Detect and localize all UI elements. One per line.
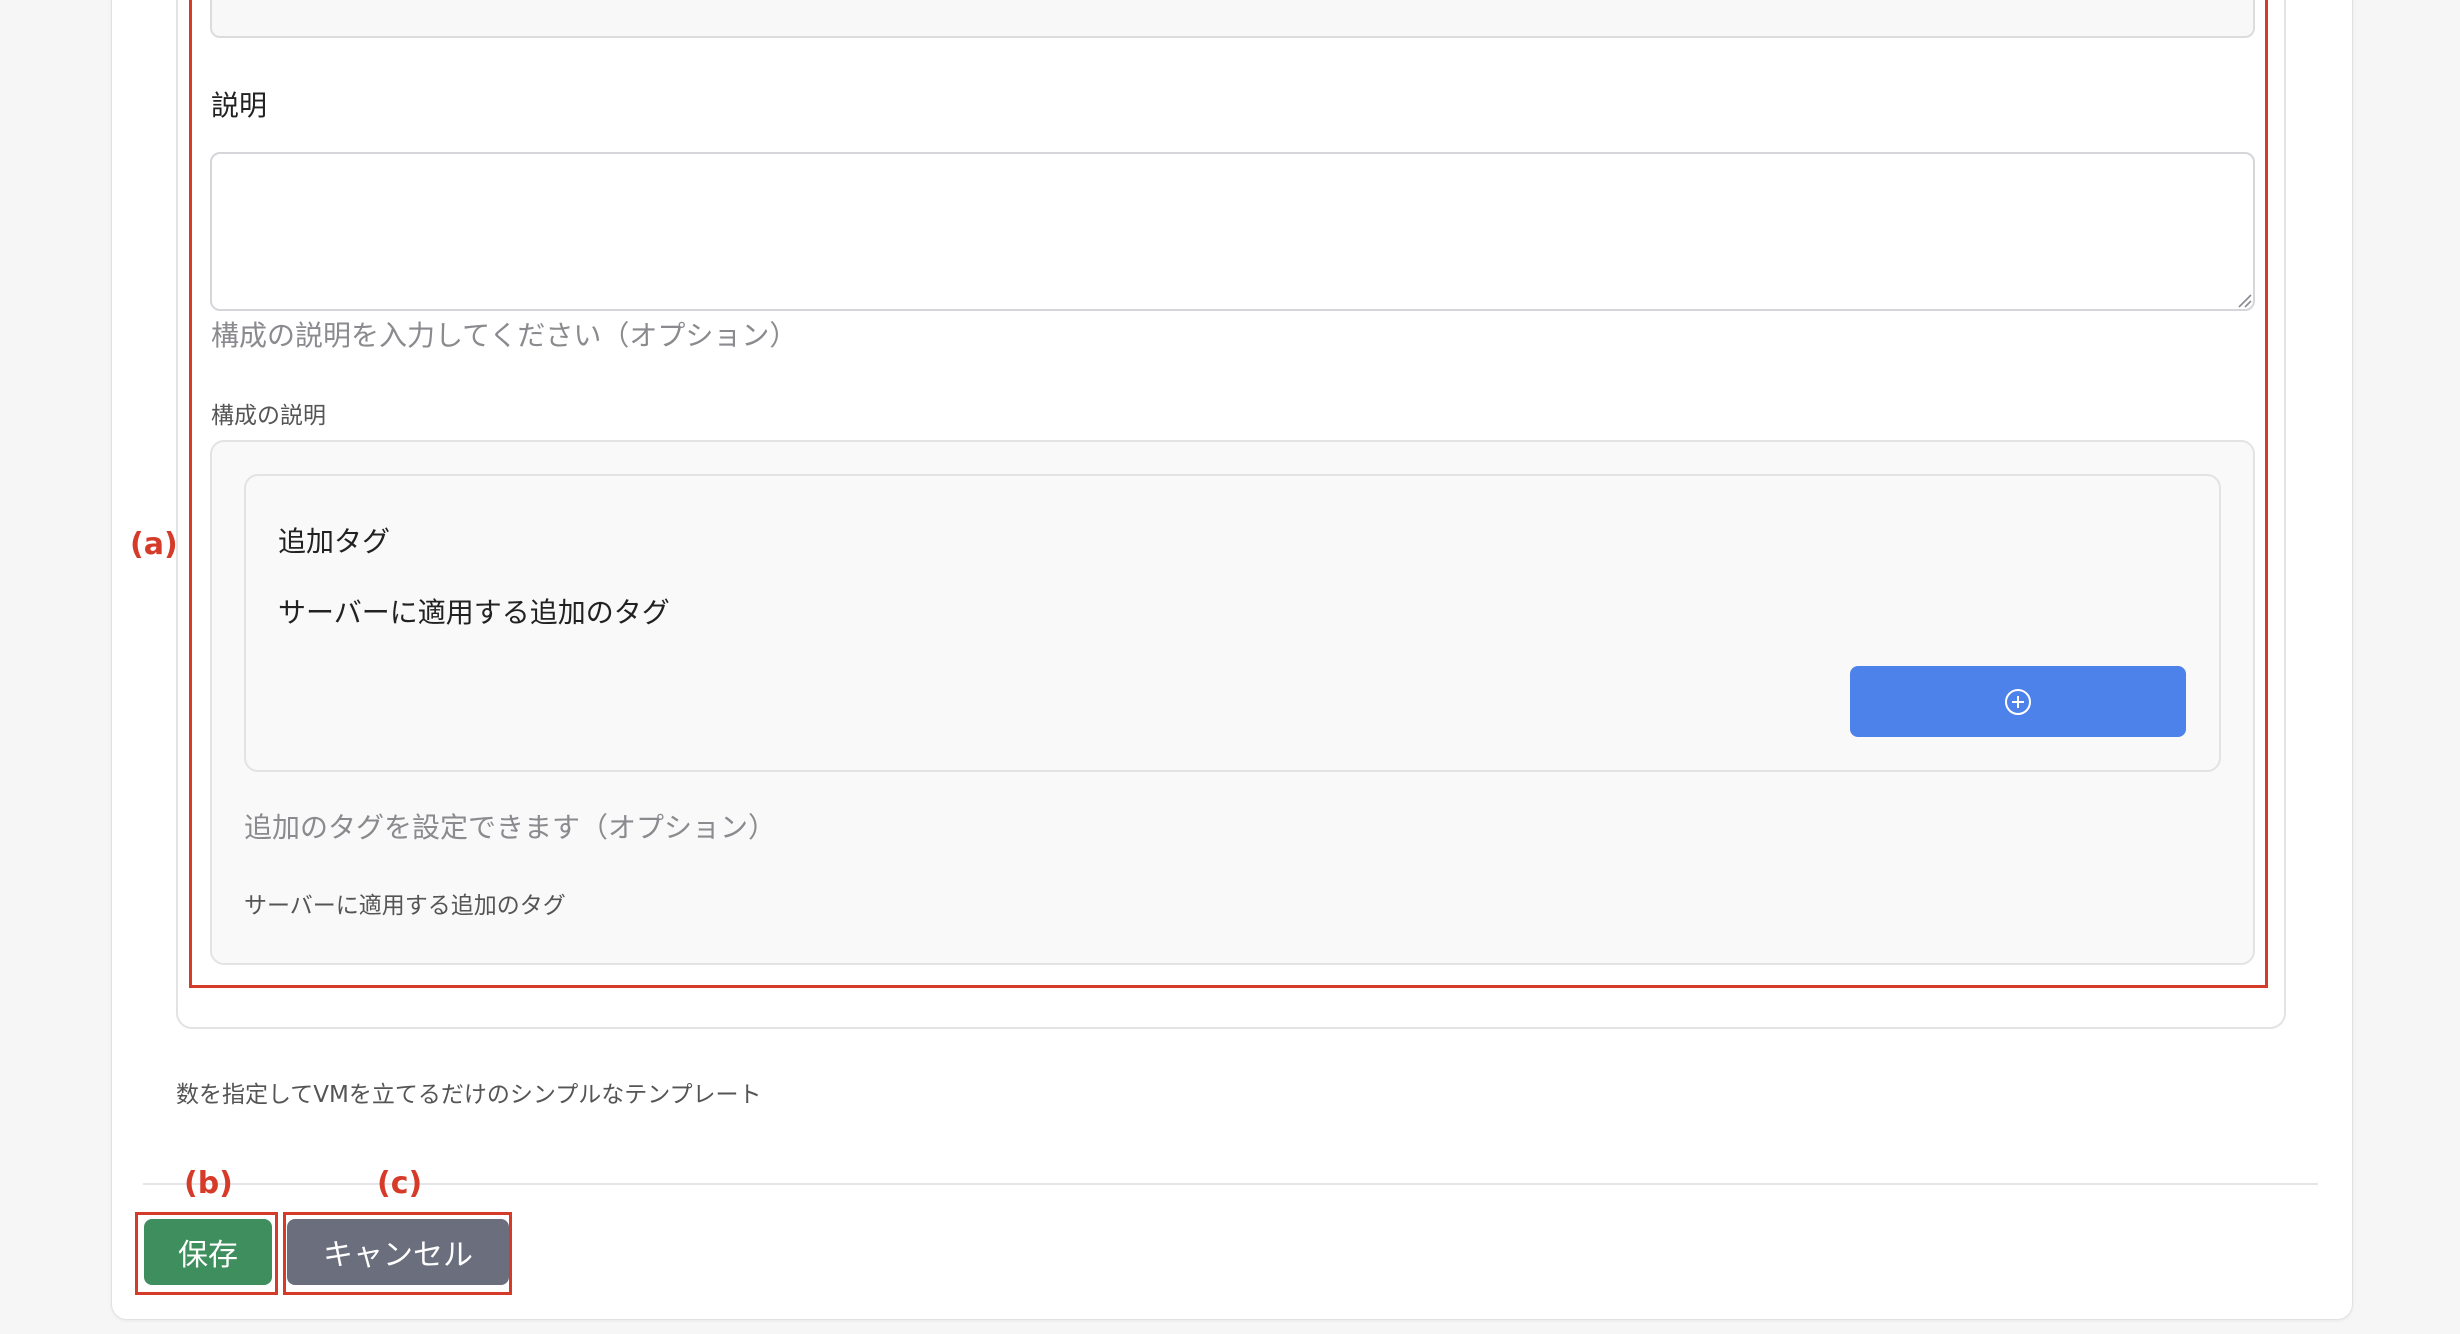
description-label: 説明 — [211, 89, 268, 122]
annotation-label-a: (a) — [130, 527, 178, 562]
cancel-button[interactable]: キャンセル — [287, 1219, 509, 1285]
resize-handle-icon[interactable] — [2236, 292, 2252, 308]
tags-help-text: 追加のタグを設定できます（オプション） — [244, 811, 777, 844]
annotation-label-b: (b) — [184, 1166, 233, 1201]
annotation-label-c: (c) — [377, 1166, 423, 1201]
previous-field-input[interactable] — [210, 0, 2255, 38]
tags-sub-label: サーバーに適用する追加のタグ — [244, 893, 566, 919]
footer-divider — [143, 1183, 2318, 1185]
add-tag-button[interactable] — [1850, 666, 2186, 737]
save-button[interactable]: 保存 — [144, 1219, 272, 1285]
tags-subtitle: サーバーに適用する追加のタグ — [278, 596, 670, 629]
template-description: 数を指定してVMを立てるだけのシンプルなテンプレート — [176, 1082, 762, 1108]
tags-title: 追加タグ — [278, 525, 391, 558]
description-textarea[interactable] — [210, 152, 2255, 311]
description-help-text: 構成の説明を入力してください（オプション） — [211, 319, 798, 352]
plus-circle-icon — [2005, 688, 2031, 715]
config-description-label: 構成の説明 — [211, 403, 326, 429]
